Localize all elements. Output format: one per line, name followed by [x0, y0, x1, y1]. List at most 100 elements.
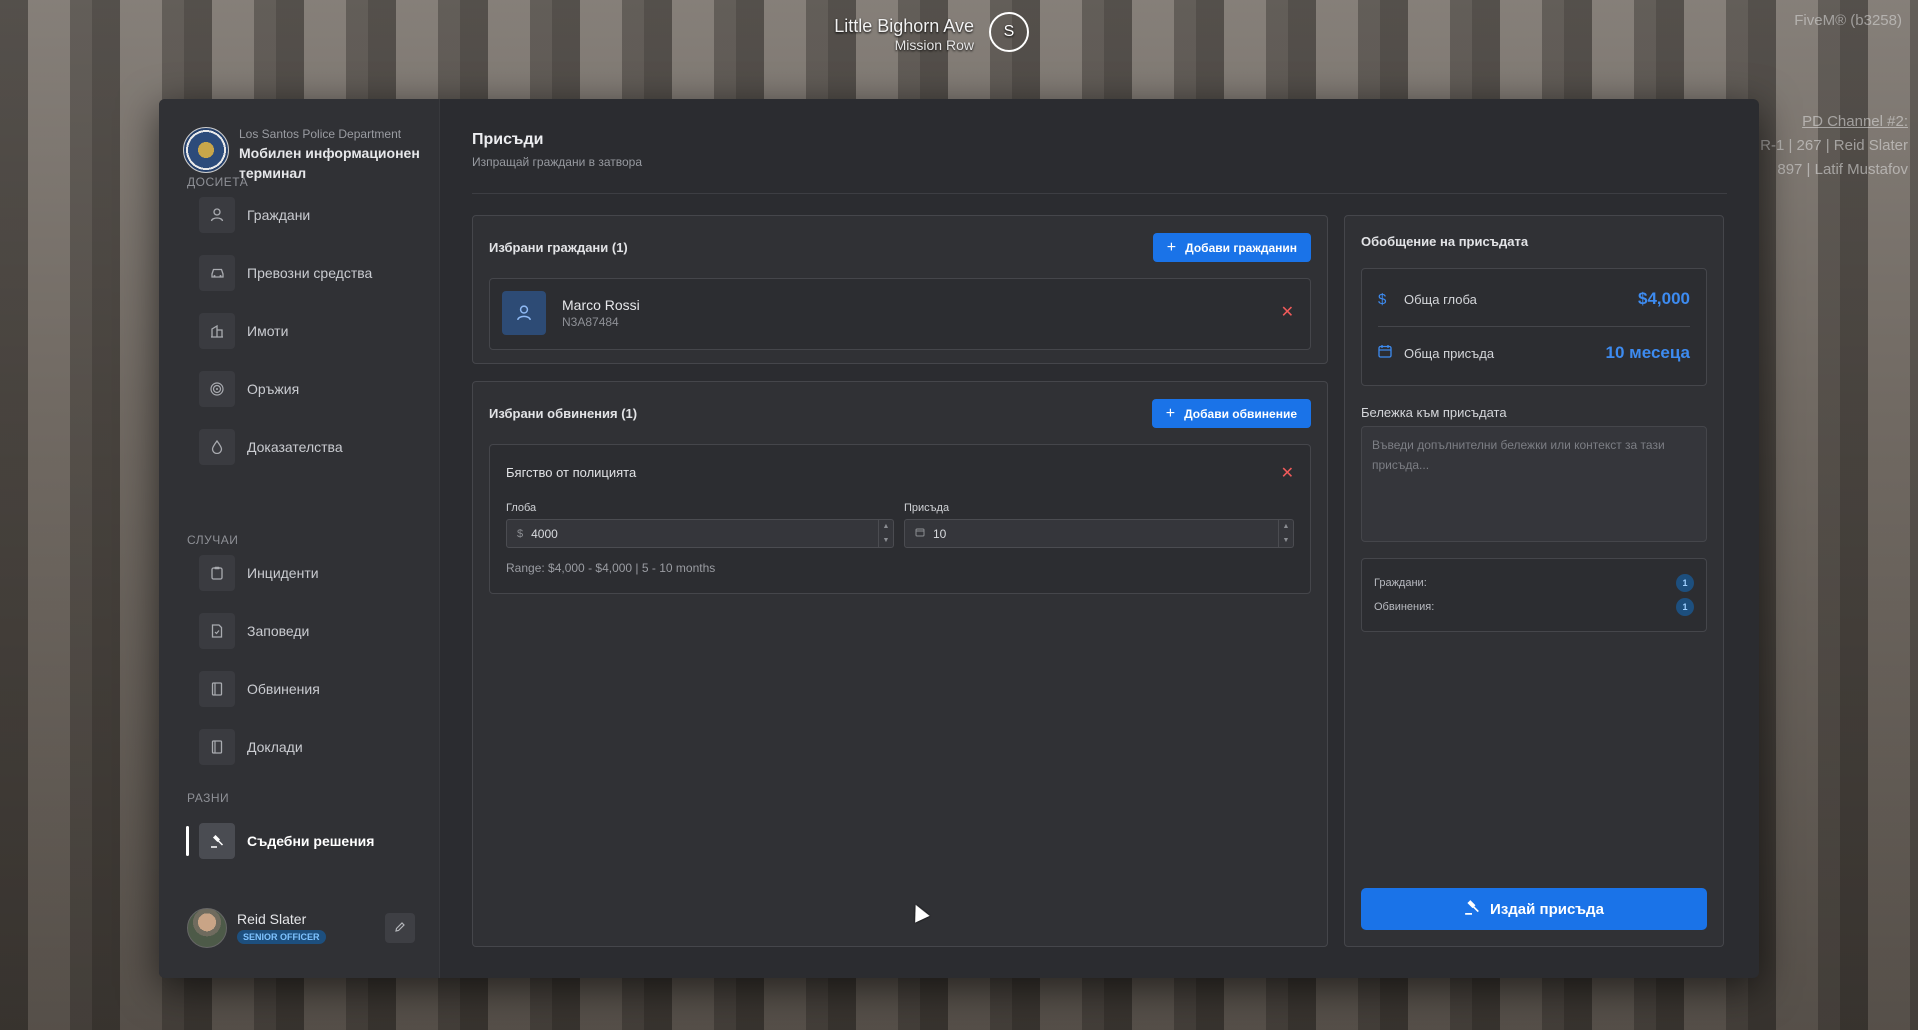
chevron-down-icon: ▼ [1282, 536, 1290, 544]
selected-citizens-title: Избрани граждани (1) [489, 240, 628, 255]
sidebar-item-incidents[interactable]: Инциденти [199, 553, 319, 593]
fine-stepper[interactable]: ▲ ▼ [878, 520, 893, 547]
fine-label: Глоба [506, 502, 537, 514]
add-citizen-button[interactable]: + Добави гражданин [1152, 233, 1311, 262]
fine-input[interactable]: $ 4000 ▲ ▼ [506, 519, 894, 548]
dollar-icon: $ [517, 527, 524, 540]
sidebar-item-label: Доказателства [247, 439, 343, 455]
sidebar-item-evidence[interactable]: Доказателства [199, 427, 343, 467]
rank-badge: SENIOR OFFICER [237, 930, 326, 944]
drop-icon [199, 429, 235, 465]
target-icon [199, 371, 235, 407]
citizens-count-row: Граждани: 1 [1374, 573, 1694, 593]
sentence-note-textarea[interactable]: Въведи допълнителни бележки или контекст… [1361, 426, 1707, 542]
sentence-input[interactable]: 10 ▲ ▼ [904, 519, 1294, 548]
sidebar-item-weapons[interactable]: Оръжия [199, 369, 299, 409]
section-label-records: ДОСИЕТА [187, 175, 249, 189]
book-icon [199, 729, 235, 765]
sidebar-item-warrants[interactable]: Заповеди [199, 611, 309, 651]
user-name: Reid Slater [237, 911, 307, 927]
user-icon [502, 291, 546, 335]
citizen-card: Marco Rossi N3A87484 ✕ [489, 278, 1311, 350]
avatar [187, 908, 227, 948]
close-icon: ✕ [1280, 304, 1294, 321]
sidebar-item-label: Инциденти [247, 565, 319, 581]
sidebar-item-label: Имоти [247, 323, 289, 339]
radio-channel-member: 897 | Latif Mustafov [1777, 161, 1908, 178]
gavel-icon [199, 823, 235, 859]
sentence-note-label: Бележка към присъдата [1361, 405, 1507, 420]
page-subtitle: Изпращай граждани в затвора [472, 155, 643, 169]
org-name: Los Santos Police Department [239, 127, 402, 141]
issue-sentence-button[interactable]: Издай присъда [1361, 888, 1707, 930]
sidebar-item-charges[interactable]: Обвинения [199, 669, 320, 709]
charges-count-row: Обвинения: 1 [1374, 597, 1694, 617]
add-charge-button[interactable]: + Добави обвинение [1151, 399, 1311, 428]
sidebar-item-vehicles[interactable]: Превозни средства [199, 253, 372, 293]
total-fine-label: Обща глоба [1404, 291, 1477, 307]
chevron-up-icon: ▲ [882, 523, 890, 531]
hud-area-name: Mission Row [894, 37, 974, 53]
summary-title: Обобщение на присъдата [1361, 234, 1529, 249]
mdt-window: Los Santos Police Department Мобилен инф… [159, 99, 1759, 978]
file-icon [199, 613, 235, 649]
remove-citizen-button[interactable]: ✕ [1281, 302, 1294, 322]
charges-count-label: Обвинения: [1374, 601, 1435, 613]
book-icon [199, 671, 235, 707]
sidebar-item-court-rulings[interactable]: Съдебни решения [199, 821, 374, 861]
remove-charge-button[interactable]: ✕ [1281, 463, 1294, 483]
calendar-icon [1378, 344, 1400, 362]
charges-count-badge: 1 [1676, 598, 1694, 616]
close-icon: ✕ [1280, 465, 1294, 482]
radio-channel-title: PD Channel #2: [1802, 113, 1908, 130]
selected-charges-title: Избрани обвинения (1) [489, 406, 638, 421]
total-sentence-label: Обща присъда [1404, 345, 1495, 361]
selected-citizens-panel: Избрани граждани (1) + Добави гражданин … [472, 215, 1328, 364]
pencil-icon [394, 921, 406, 936]
charge-card: Бягство от полицията ✕ Глоба $ 4000 ▲ ▼ П… [489, 444, 1311, 594]
sidebar-item-reports[interactable]: Доклади [199, 727, 303, 767]
selected-charges-panel: Избрани обвинения (1) + Добави обвинение… [472, 381, 1328, 947]
page-title: Присъди [472, 131, 544, 148]
section-label-cases: СЛУЧАИ [187, 533, 239, 547]
user-icon [199, 197, 235, 233]
active-indicator [186, 826, 189, 856]
chevron-up-icon: ▲ [1282, 523, 1290, 531]
radio-channel-member: R-1 | 267 | Reid Slater [1760, 137, 1908, 154]
car-icon [199, 255, 235, 291]
charge-name: Бягство от полицията [506, 465, 637, 480]
citizen-name: Marco Rossi [562, 297, 640, 313]
summary-counts: Граждани: 1 Обвинения: 1 [1361, 558, 1707, 632]
sentence-label: Присъда [904, 502, 950, 514]
hud-location: Little Bighorn Ave Mission Row [820, 16, 974, 53]
sidebar-item-label: Превозни средства [247, 265, 373, 281]
chevron-down-icon: ▼ [882, 536, 890, 544]
sidebar-item-label: Оръжия [247, 381, 300, 397]
section-label-misc: РАЗНИ [187, 791, 230, 805]
sidebar-item-properties[interactable]: Имоти [199, 311, 288, 351]
total-sentence-value: 10 месеца [1605, 343, 1690, 362]
clipboard-icon [199, 555, 235, 591]
add-citizen-label: Добави гражданин [1185, 240, 1297, 255]
add-charge-label: Добави обвинение [1184, 406, 1297, 421]
total-sentence-row: Обща присъда 10 месеца [1378, 338, 1690, 368]
sentence-stepper[interactable]: ▲ ▼ [1278, 520, 1293, 547]
sidebar: Los Santos Police Department Мобилен инф… [159, 99, 440, 978]
total-fine-value: $4,000 [1638, 289, 1690, 308]
plus-icon: + [1166, 238, 1177, 256]
sentence-value: 10 [933, 526, 947, 541]
user-profile: Reid Slater SENIOR OFFICER [187, 906, 415, 950]
charge-range: Range: $4,000 - $4,000 | 5 - 10 months [506, 561, 716, 575]
gavel-icon [1464, 899, 1480, 920]
hud-street-name: Little Bighorn Ave [834, 16, 974, 36]
edit-profile-button[interactable] [385, 913, 415, 943]
fine-value: 4000 [531, 526, 558, 541]
citizen-id: N3A87484 [562, 315, 619, 329]
sidebar-item-citizens[interactable]: Граждани [199, 195, 310, 235]
radio-channel-list: PD Channel #2: R-1 | 267 | Reid Slater 8… [1760, 110, 1908, 182]
plus-icon: + [1165, 404, 1176, 422]
building-icon [199, 313, 235, 349]
sidebar-item-label: Заповеди [247, 623, 310, 639]
calendar-icon [915, 527, 925, 540]
summary-totals: $ Обща глоба $4,000 Обща присъда 10 месе… [1361, 268, 1707, 386]
